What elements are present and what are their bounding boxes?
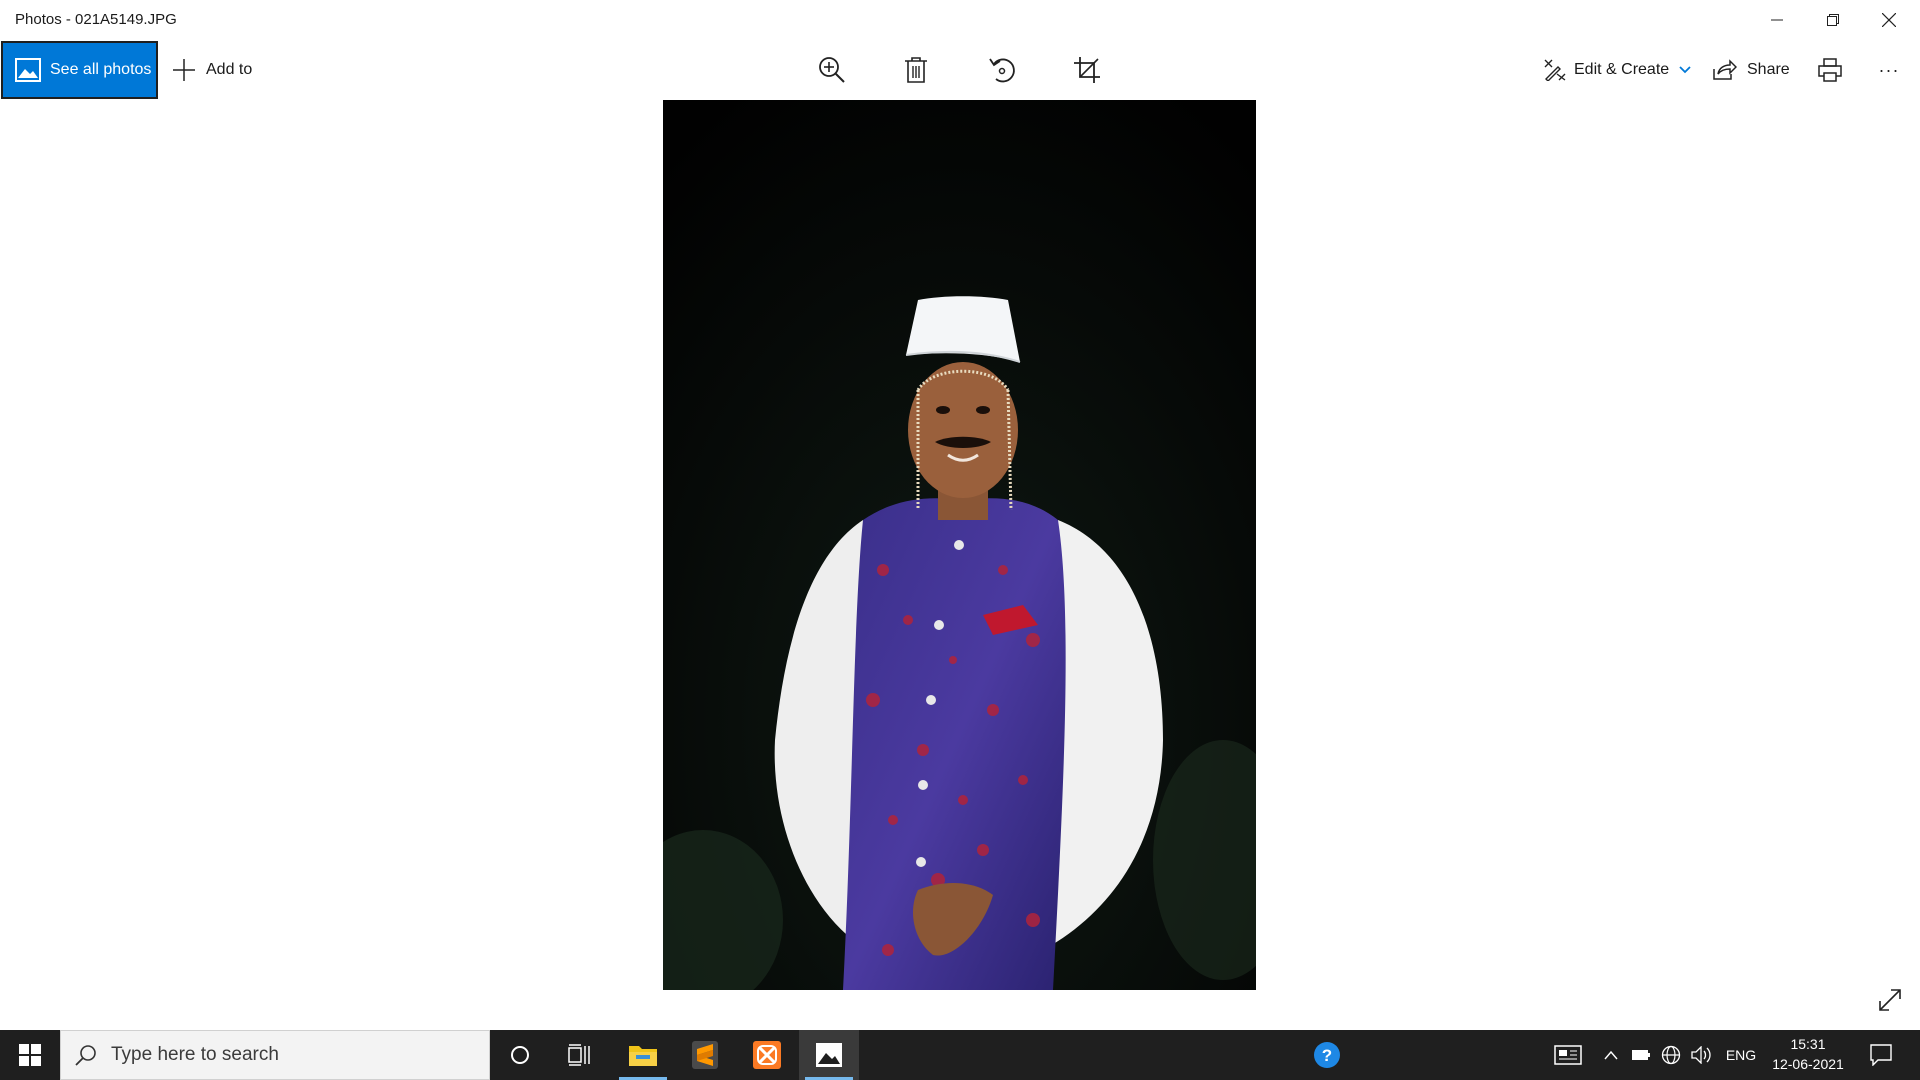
photos-icon: [816, 1043, 842, 1067]
cortana-icon: [511, 1046, 529, 1064]
network-indicator[interactable]: [1658, 1030, 1684, 1080]
task-view-icon: [568, 1044, 590, 1066]
gallery-icon: [15, 58, 41, 82]
action-center-button[interactable]: [1858, 1030, 1904, 1080]
folder-icon: [629, 1046, 657, 1066]
volume-icon: [1691, 1046, 1711, 1064]
sublime-text-icon: [692, 1041, 718, 1069]
close-button[interactable]: [1861, 0, 1917, 40]
photo-image: [663, 100, 1256, 990]
restore-button[interactable]: [1805, 0, 1861, 40]
show-hidden-icons-button[interactable]: [1598, 1030, 1624, 1080]
battery-icon: [1632, 1050, 1650, 1060]
taskbar: Type here to search ? ENG 15:31 12-06-20…: [0, 1030, 1920, 1080]
rotate-icon: [989, 58, 1015, 83]
cortana-button[interactable]: [490, 1030, 550, 1080]
delete-button[interactable]: [896, 50, 936, 90]
minimize-button[interactable]: [1749, 0, 1805, 40]
search-icon: [75, 1045, 96, 1066]
more-options-button[interactable]: ···: [1869, 50, 1909, 90]
toolbar: See all photos Add to Edit & Create Shar…: [0, 40, 1920, 100]
more-options-label: ···: [1878, 59, 1900, 80]
file-explorer-taskbar-button[interactable]: [613, 1030, 673, 1080]
photo-view[interactable]: [663, 100, 1256, 990]
system-clock[interactable]: 15:31 12-06-2021: [1768, 1034, 1848, 1074]
start-button[interactable]: [0, 1030, 60, 1080]
share-icon: [1713, 59, 1737, 80]
photos-taskbar-button[interactable]: [799, 1030, 859, 1080]
rotate-button[interactable]: [982, 50, 1022, 90]
crop-icon: [1074, 57, 1100, 83]
crop-button[interactable]: [1067, 50, 1107, 90]
help-icon[interactable]: ?: [1312, 1040, 1342, 1070]
share-button[interactable]: Share: [1713, 50, 1790, 90]
edit-create-label: Edit & Create: [1574, 61, 1670, 78]
clock-date: 12-06-2021: [1772, 1056, 1844, 1072]
see-all-photos-label: See all photos: [50, 61, 152, 78]
add-to-button[interactable]: Add to: [172, 51, 252, 89]
restore-icon: [1827, 14, 1839, 26]
volume-indicator[interactable]: [1688, 1030, 1716, 1080]
printer-icon: [1818, 58, 1842, 82]
add-to-label: Add to: [206, 61, 253, 78]
notification-icon: [1870, 1044, 1892, 1066]
edit-create-button[interactable]: Edit & Create: [1544, 50, 1691, 90]
window-title: Photos - 021A5149.JPG: [15, 11, 177, 28]
battery-indicator[interactable]: [1628, 1030, 1654, 1080]
svg-text:?: ?: [1322, 1046, 1332, 1065]
xampp-taskbar-button[interactable]: [737, 1030, 797, 1080]
see-all-photos-button[interactable]: See all photos: [1, 41, 158, 99]
share-label: Share: [1747, 61, 1790, 78]
print-button[interactable]: [1810, 50, 1850, 90]
close-icon: [1882, 13, 1896, 27]
edit-create-icon: [1544, 59, 1566, 81]
news-and-interests-button[interactable]: [1548, 1030, 1588, 1080]
search-placeholder: Type here to search: [111, 1044, 279, 1065]
task-view-button[interactable]: [550, 1030, 610, 1080]
xampp-icon: [753, 1041, 781, 1069]
chevron-down-icon: [1679, 66, 1691, 74]
news-icon: [1554, 1045, 1582, 1065]
windows-logo-icon: [19, 1044, 41, 1066]
trash-icon: [905, 57, 927, 83]
taskbar-search-input[interactable]: Type here to search: [60, 1030, 490, 1080]
expand-icon: [1879, 989, 1901, 1011]
plus-icon: [173, 59, 195, 81]
zoom-in-icon: [819, 57, 845, 83]
full-screen-button[interactable]: [1870, 980, 1910, 1020]
input-language-indicator[interactable]: ENG: [1720, 1030, 1762, 1080]
chevron-up-icon: [1604, 1050, 1618, 1060]
title-bar: Photos - 021A5149.JPG: [0, 0, 1920, 40]
clock-time: 15:31: [1790, 1036, 1826, 1052]
photos-app-window: Photos - 021A5149.JPG See all photos Add…: [0, 0, 1920, 1030]
globe-icon: [1661, 1045, 1681, 1065]
zoom-button[interactable]: [812, 50, 852, 90]
sublime-text-taskbar-button[interactable]: [675, 1030, 735, 1080]
minimize-icon: [1771, 19, 1783, 21]
